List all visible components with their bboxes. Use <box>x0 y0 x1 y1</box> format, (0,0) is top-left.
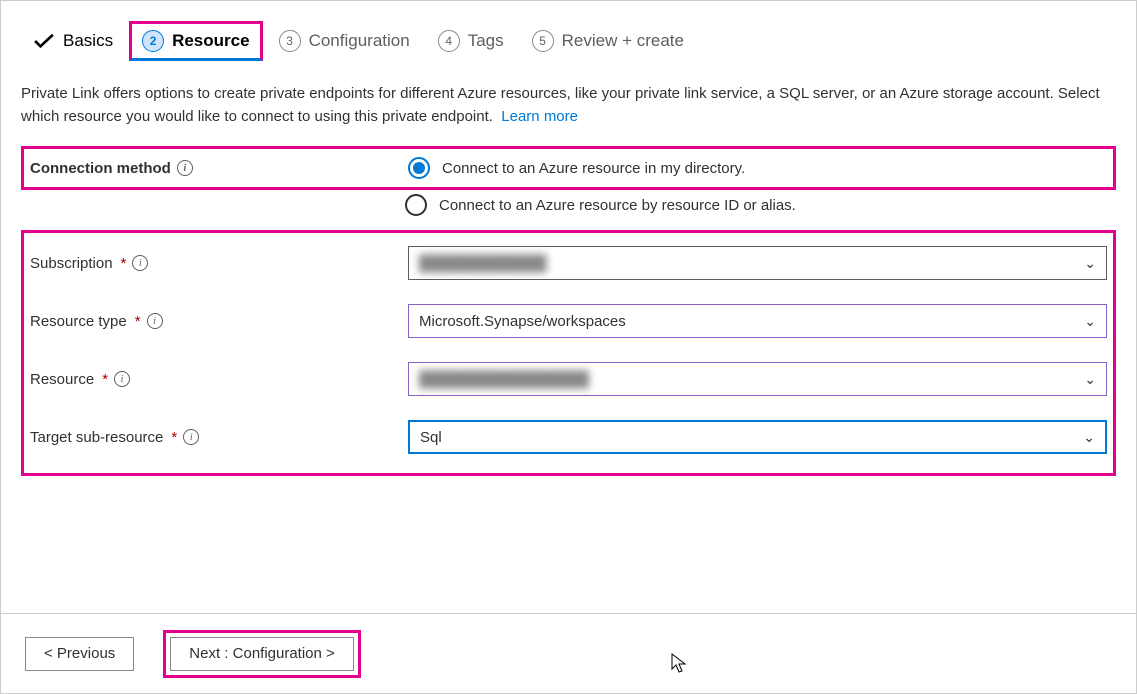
select-value: ████████████ <box>419 255 547 272</box>
required-asterisk: * <box>171 429 177 446</box>
radio-label: Connect to an Azure resource in my direc… <box>442 160 745 177</box>
radio-icon <box>408 157 430 179</box>
select-value: Microsoft.Synapse/workspaces <box>419 313 626 330</box>
connection-method-row-alt: Connect to an Azure resource by resource… <box>21 190 1116 230</box>
required-asterisk: * <box>135 313 141 330</box>
tab-basics[interactable]: Basics <box>21 23 125 59</box>
chevron-down-icon: ⌄ <box>1083 429 1095 446</box>
info-icon[interactable]: i <box>147 313 163 329</box>
tab-label: Basics <box>63 31 113 51</box>
connection-method-row: Connection method i Connect to an Azure … <box>21 146 1116 190</box>
label-text: Target sub-resource <box>30 429 163 446</box>
connection-method-label: Connection method i <box>30 160 408 177</box>
tab-tags[interactable]: 4 Tags <box>426 22 516 60</box>
tab-label: Configuration <box>309 31 410 51</box>
target-sub-resource-row: Target sub-resource * i Sql ⌄ <box>30 417 1107 457</box>
resource-select[interactable]: ████████████████ ⌄ <box>408 362 1107 396</box>
resource-row: Resource * i ████████████████ ⌄ <box>30 359 1107 399</box>
step-number: 4 <box>438 30 460 52</box>
required-asterisk: * <box>121 255 127 272</box>
required-asterisk: * <box>102 371 108 388</box>
label-text: Subscription <box>30 255 113 272</box>
resource-type-label: Resource type * i <box>30 313 408 330</box>
label-text: Resource <box>30 371 94 388</box>
step-number: 2 <box>142 30 164 52</box>
wizard-footer: < Previous Next : Configuration > <box>1 613 1136 693</box>
check-icon <box>33 33 55 49</box>
label-text: Connection method <box>30 160 171 177</box>
tab-label: Tags <box>468 31 504 51</box>
resource-fields-section: Subscription * i ████████████ ⌄ Resource… <box>21 230 1116 476</box>
learn-more-link[interactable]: Learn more <box>501 108 578 125</box>
radio-label: Connect to an Azure resource by resource… <box>439 197 796 214</box>
radio-connect-my-directory[interactable]: Connect to an Azure resource in my direc… <box>408 157 1107 179</box>
wizard-tabs: Basics 2 Resource 3 Configuration 4 Tags… <box>21 21 1116 61</box>
subscription-row: Subscription * i ████████████ ⌄ <box>30 243 1107 283</box>
tab-review-create[interactable]: 5 Review + create <box>520 22 696 60</box>
subscription-label: Subscription * i <box>30 255 408 272</box>
select-value: ████████████████ <box>419 371 589 388</box>
chevron-down-icon: ⌄ <box>1084 255 1096 272</box>
step-number: 3 <box>279 30 301 52</box>
radio-connect-by-id[interactable]: Connect to an Azure resource by resource… <box>405 194 1110 216</box>
resource-type-select[interactable]: Microsoft.Synapse/workspaces ⌄ <box>408 304 1107 338</box>
previous-button[interactable]: < Previous <box>25 637 134 671</box>
subscription-select[interactable]: ████████████ ⌄ <box>408 246 1107 280</box>
info-icon[interactable]: i <box>183 429 199 445</box>
resource-type-row: Resource type * i Microsoft.Synapse/work… <box>30 301 1107 341</box>
info-icon[interactable]: i <box>132 255 148 271</box>
description-text: Private Link offers options to create pr… <box>21 83 1116 128</box>
tab-label: Resource <box>172 31 249 51</box>
info-icon[interactable]: i <box>114 371 130 387</box>
step-number: 5 <box>532 30 554 52</box>
chevron-down-icon: ⌄ <box>1084 371 1096 388</box>
target-sub-resource-label: Target sub-resource * i <box>30 429 408 446</box>
radio-icon <box>405 194 427 216</box>
chevron-down-icon: ⌄ <box>1084 313 1096 330</box>
resource-label: Resource * i <box>30 371 408 388</box>
target-sub-resource-select[interactable]: Sql ⌄ <box>408 420 1107 454</box>
tab-label: Review + create <box>562 31 684 51</box>
label-text: Resource type <box>30 313 127 330</box>
info-icon[interactable]: i <box>177 160 193 176</box>
select-value: Sql <box>420 429 442 446</box>
tab-resource[interactable]: 2 Resource <box>129 21 262 61</box>
next-configuration-button[interactable]: Next : Configuration > <box>170 637 354 671</box>
tab-configuration[interactable]: 3 Configuration <box>267 22 422 60</box>
